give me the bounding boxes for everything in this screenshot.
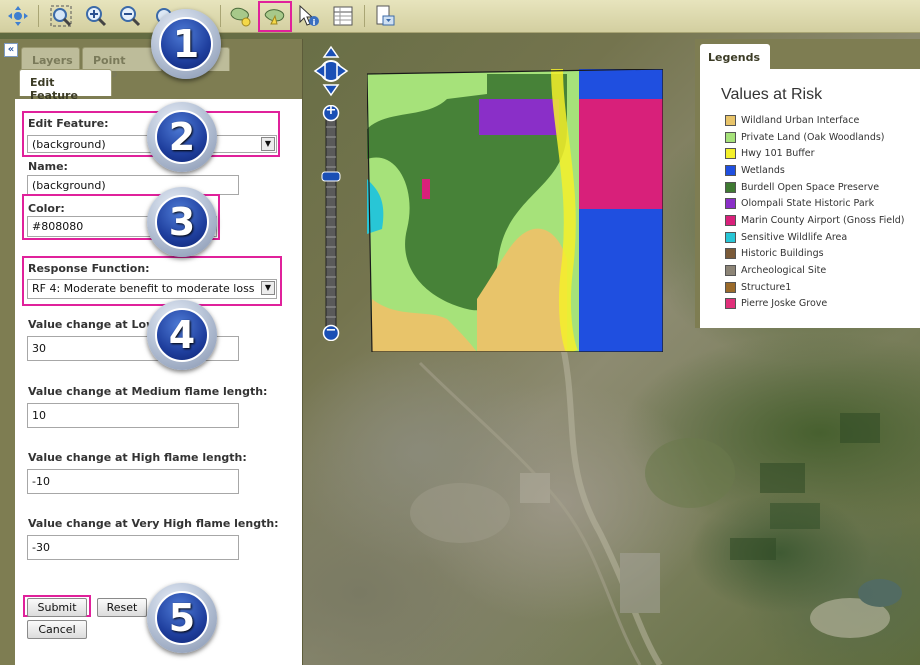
legend-item: Olompali State Historic Park bbox=[725, 195, 904, 212]
very-high-flame-input[interactable]: -30 bbox=[27, 535, 239, 560]
edit-feature-label: Edit Feature: bbox=[28, 117, 109, 130]
zoom-slider[interactable]: + − bbox=[321, 103, 341, 342]
legend-label: Wildland Urban Interface bbox=[741, 114, 860, 126]
medium-flame-input[interactable]: 10 bbox=[27, 403, 239, 428]
legend-body: Values at Risk Wildland Urban Interface P… bbox=[700, 69, 920, 328]
legend-item: Pierre Joske Grove bbox=[725, 296, 904, 313]
chevron-down-icon: ▼ bbox=[261, 137, 275, 151]
legends-panel: Legends Values at Risk Wildland Urban In… bbox=[695, 39, 920, 328]
toolbar: i bbox=[0, 0, 920, 33]
legend-label: Hwy 101 Buffer bbox=[741, 148, 815, 160]
response-function-select-value: RF 4: Moderate benefit to moderate loss bbox=[32, 282, 255, 295]
tab-point-info[interactable]: Point Info bbox=[82, 47, 162, 80]
response-function-label: Response Function: bbox=[28, 262, 150, 275]
legend-label: Pierre Joske Grove bbox=[741, 298, 828, 310]
zoom-out-button[interactable]: − bbox=[321, 323, 341, 338]
legend-label: Structure1 bbox=[741, 281, 792, 293]
high-flame-label: Value change at High flame length: bbox=[28, 451, 247, 464]
cancel-button[interactable]: Cancel bbox=[27, 620, 87, 639]
legend-label: Sensitive Wildlife Area bbox=[741, 231, 848, 243]
pan-control[interactable] bbox=[313, 45, 349, 97]
add-feature-icon[interactable] bbox=[229, 4, 253, 28]
response-function-select[interactable]: RF 4: Moderate benefit to moderate loss … bbox=[27, 279, 277, 299]
legend-swatch bbox=[725, 164, 736, 176]
tab-edit-feature[interactable]: Edit Feature bbox=[19, 69, 112, 102]
legend-swatch bbox=[725, 198, 736, 210]
legend-item: Archeological Site bbox=[725, 262, 904, 279]
tab-legends[interactable]: Legends bbox=[700, 44, 770, 69]
svg-text:i: i bbox=[313, 18, 316, 27]
legend-label: Wetlands bbox=[741, 164, 785, 176]
legend-item: Historic Buildings bbox=[725, 246, 904, 263]
tab-layers[interactable]: Layers bbox=[21, 47, 80, 71]
legend-item: Burdell Open Space Preserve bbox=[725, 179, 904, 196]
values-at-risk-overlay[interactable] bbox=[367, 69, 663, 352]
legend-label: Marin County Airport (Gnoss Field) bbox=[741, 214, 905, 226]
legend-label: Private Land (Oak Woodlands) bbox=[741, 131, 885, 143]
legend-item: Marin County Airport (Gnoss Field) bbox=[725, 212, 904, 229]
legend-label: Olompali State Historic Park bbox=[741, 198, 875, 210]
legend-swatch bbox=[725, 281, 736, 293]
legend-label: Historic Buildings bbox=[741, 248, 824, 260]
color-label: Color: bbox=[28, 202, 65, 215]
legend-swatch bbox=[725, 181, 736, 193]
callout-4: 4 bbox=[147, 300, 217, 370]
chevron-down-icon: ▼ bbox=[261, 281, 275, 295]
attribute-table-icon[interactable] bbox=[331, 4, 355, 28]
callout-5: 5 bbox=[147, 583, 217, 653]
collapse-panel-button[interactable]: « bbox=[4, 43, 18, 57]
edit-feature-select-value: (background) bbox=[32, 138, 106, 151]
legend-swatch bbox=[725, 248, 736, 260]
legend-swatch bbox=[725, 298, 736, 310]
legend-swatch bbox=[725, 148, 736, 160]
legend-swatch bbox=[725, 265, 736, 277]
legend-swatch bbox=[725, 131, 736, 143]
callout-1: 1 bbox=[151, 9, 221, 79]
legend-item: Hwy 101 Buffer bbox=[725, 145, 904, 162]
legend-item: Sensitive Wildlife Area bbox=[725, 229, 904, 246]
zoom-extent-icon[interactable] bbox=[49, 4, 73, 28]
reset-button[interactable]: Reset bbox=[97, 598, 147, 617]
legend-title: Values at Risk bbox=[721, 86, 823, 103]
legend-swatch bbox=[725, 114, 736, 126]
legend-swatch bbox=[725, 214, 736, 226]
low-flame-label: Value change at Low bbox=[28, 318, 157, 331]
legend-item: Structure1 bbox=[725, 279, 904, 296]
name-field[interactable]: (background) bbox=[27, 175, 239, 195]
legend-item: Private Land (Oak Woodlands) bbox=[725, 129, 904, 146]
legend-item: Wildland Urban Interface bbox=[725, 112, 904, 129]
edit-feature-form: Edit Feature: (background) ▼ Name: (back… bbox=[15, 99, 302, 665]
print-icon[interactable] bbox=[373, 4, 397, 28]
legend-item: Wetlands bbox=[725, 162, 904, 179]
identify-icon[interactable]: i bbox=[297, 4, 321, 28]
high-flame-input[interactable]: -10 bbox=[27, 469, 239, 494]
legend-swatch bbox=[725, 231, 736, 243]
callout-3: 3 bbox=[147, 187, 217, 257]
edit-feature-icon[interactable] bbox=[263, 4, 287, 28]
zoom-in-button[interactable]: + bbox=[321, 103, 341, 118]
legend-label: Archeological Site bbox=[741, 265, 827, 277]
pan-icon[interactable] bbox=[6, 4, 30, 28]
submit-button[interactable]: Submit bbox=[27, 598, 87, 617]
medium-flame-label: Value change at Medium flame length: bbox=[28, 385, 268, 398]
zoom-out-icon[interactable] bbox=[117, 4, 141, 28]
very-high-flame-label: Value change at Very High flame length: bbox=[28, 517, 279, 530]
legend-list: Wildland Urban Interface Private Land (Oa… bbox=[725, 112, 904, 312]
legend-label: Burdell Open Space Preserve bbox=[741, 181, 880, 193]
zoom-in-icon[interactable] bbox=[83, 4, 107, 28]
callout-2: 2 bbox=[147, 102, 217, 172]
name-label: Name: bbox=[28, 160, 68, 173]
